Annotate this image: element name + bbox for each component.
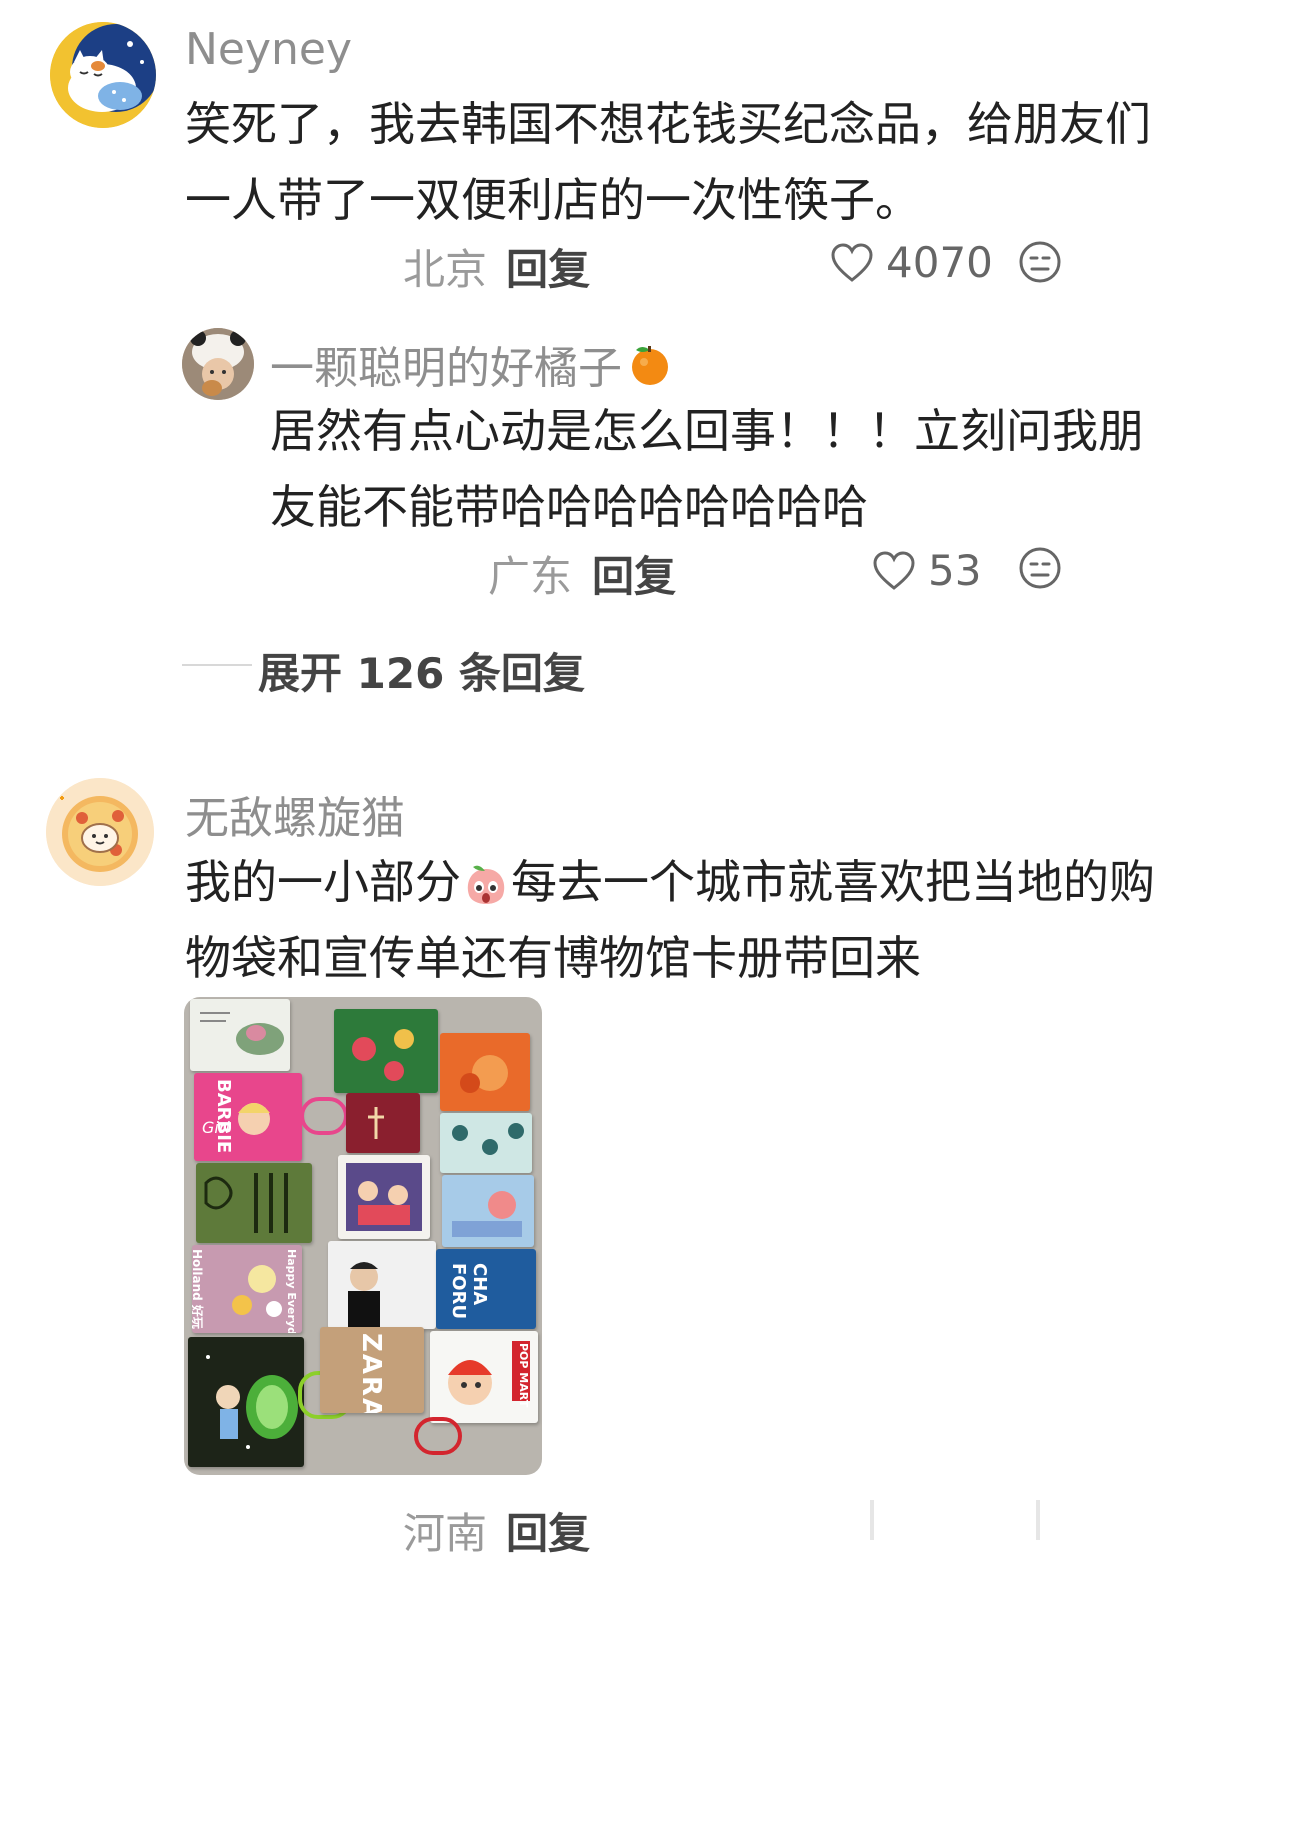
bag-portrait [328, 1241, 436, 1329]
strawberry-art-icon [352, 1029, 414, 1081]
bag-green-text [196, 1163, 312, 1243]
pattern-art-icon [452, 1123, 524, 1155]
bag-anime [338, 1155, 430, 1239]
reply-text: 居然有点心动是怎么回事！！！立刻问我朋 友能不能带哈哈哈哈哈哈哈哈 [270, 393, 1144, 545]
bag-zara-label: ZARA [356, 1333, 386, 1413]
location-label: 河南 [403, 1509, 488, 1558]
bag-zara: ZARA [320, 1327, 424, 1413]
bag-barbie: BARBIE Girl [194, 1073, 302, 1161]
bag-barbie-label: BARBIE [213, 1079, 234, 1154]
tangerine-emoji-icon [632, 346, 668, 385]
username[interactable]: 无敌螺旋猫 [185, 782, 405, 846]
comment-text-part: 我的一小部分 [185, 855, 461, 909]
expand-replies-button[interactable]: 展开 126 条回复 [258, 640, 585, 701]
lotus-illustration-icon [200, 1012, 284, 1055]
bag-lotus [190, 999, 290, 1071]
reply-username[interactable]: 一颗聪明的好橘子 [270, 332, 674, 396]
bag-holland-label: Holland 好玩 [192, 1249, 204, 1329]
reply-button[interactable]: 回复 [506, 236, 590, 297]
scroll-indicator [870, 1500, 874, 1540]
bag-orange [440, 1033, 530, 1111]
neutral-face-icon [1019, 241, 1061, 283]
reply-line: 居然有点心动是怎么回事！！！立刻问我朋 [270, 404, 1144, 458]
bag-popmart-label: POP MART [517, 1343, 530, 1408]
bag-blue-illustration [442, 1175, 534, 1247]
bag-popmart: POP MART [430, 1331, 538, 1423]
bag-handle [414, 1417, 462, 1455]
comment-text-part: 每去一个城市就喜欢把当地的购 [511, 855, 1155, 909]
anime-art-icon [346, 1163, 422, 1231]
comment-line: 一人带了一双便利店的一次性筷子。 [185, 173, 921, 227]
username[interactable]: Neyney [185, 24, 352, 75]
reply-line: 友能不能带哈哈哈哈哈哈哈哈 [270, 480, 868, 534]
bag-rick-morty [188, 1337, 304, 1467]
like-button[interactable]: 4070 [830, 238, 993, 287]
reply-avatar[interactable] [182, 328, 254, 400]
like-count: 4070 [886, 238, 993, 287]
heart-icon [831, 242, 873, 282]
reply-location-label: 广东 [488, 552, 573, 601]
comment-line: 我的一小部分 每去一个城市就喜欢把当地的购 [185, 844, 1155, 920]
moon-cat-avatar-icon [50, 22, 156, 128]
avatar[interactable] [46, 778, 154, 886]
reply-like-button[interactable]: 53 [872, 546, 981, 595]
expand-divider [182, 664, 252, 666]
barbie-art-icon: Girl [202, 1103, 270, 1137]
reply-button[interactable]: 回复 [506, 1500, 590, 1561]
reply-reply-button[interactable]: 回复 [592, 543, 676, 604]
location-label: 北京 [403, 245, 488, 294]
bag-chaforu: CHA FORU [436, 1249, 536, 1329]
sky-art-icon [452, 1191, 522, 1237]
bag-holland: Holland 好玩 Happy Everyday [192, 1245, 302, 1333]
avatar[interactable] [50, 22, 156, 128]
bag-green-print [334, 1009, 438, 1093]
bag-handle [300, 1097, 348, 1135]
dislike-button[interactable] [1018, 240, 1062, 288]
comment-line: 笑死了，我去韩国不想花钱买纪念品，给朋友们 [185, 97, 1151, 151]
reply-dislike-button[interactable] [1018, 546, 1062, 594]
calligraphy-icon [368, 1107, 384, 1139]
pizza-cat-avatar-icon [46, 778, 154, 886]
scroll-indicator [1036, 1500, 1040, 1540]
comment-photo[interactable]: BARBIE Girl Holland 好玩 Happy Everyday ZA… [184, 997, 542, 1475]
bag-happy-label: Happy Everyday [285, 1249, 298, 1333]
bag-maroon [346, 1093, 420, 1153]
reply-username-text: 一颗聪明的好橘子 [270, 343, 622, 394]
surprised-peach-emoji-icon [467, 865, 505, 904]
heart-icon [873, 550, 915, 590]
bag-teal-pattern [440, 1113, 532, 1173]
panda-hat-avatar-icon [182, 328, 254, 400]
portrait-art-icon [348, 1262, 380, 1327]
bag-chaforu-label: CHA FORU [448, 1263, 490, 1320]
reply-like-count: 53 [928, 546, 982, 595]
portal-art-icon [206, 1355, 298, 1449]
orange-art-icon [460, 1055, 508, 1093]
comment-line: 物袋和宣传单还有博物馆卡册带回来 [185, 931, 921, 985]
green-bag-art-icon [204, 1173, 288, 1233]
neutral-face-icon [1019, 547, 1061, 589]
comment-text: 我的一小部分 每去一个城市就喜欢把当地的购 物袋和宣传单还有博物馆卡册带回来 [185, 844, 1155, 996]
comment-text: 笑死了，我去韩国不想花钱买纪念品，给朋友们 一人带了一双便利店的一次性筷子。 [185, 86, 1151, 238]
